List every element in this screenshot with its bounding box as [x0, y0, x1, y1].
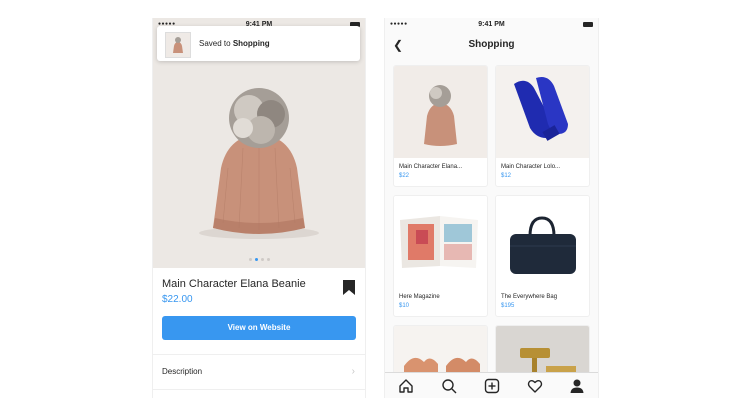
magazine-image [394, 196, 487, 288]
home-icon[interactable] [398, 378, 414, 394]
product-price: $22.00 [162, 294, 193, 305]
bookmark-icon[interactable] [343, 280, 355, 295]
toast-thumbnail [165, 32, 191, 58]
toast-prefix: Saved to [199, 39, 231, 48]
product-price: $22 [399, 173, 410, 179]
page-title: Shopping [468, 39, 515, 50]
beanie-thumb-icon [173, 37, 183, 53]
page-dot-active [254, 258, 258, 261]
battery-icon [583, 22, 593, 27]
product-name: Here Magazine [399, 294, 440, 300]
beanie-image [394, 66, 487, 158]
bag-image [496, 196, 589, 288]
description-row[interactable]: Description › [153, 354, 365, 390]
product-price: $12 [501, 173, 512, 179]
description-label: Description [162, 367, 203, 376]
search-icon[interactable] [441, 378, 457, 394]
product-card[interactable]: Main Character Lolo... $12 [495, 65, 590, 187]
page-dot [266, 258, 270, 261]
page-dot [248, 258, 252, 261]
new-post-icon[interactable] [484, 378, 500, 394]
saved-toast[interactable]: Saved to Shopping [157, 26, 360, 61]
shopping-collection-screen: ●●●●● 9:41 PM ❮ Shopping Main Character … [384, 18, 599, 398]
profile-icon[interactable] [569, 378, 585, 394]
status-bar: ●●●●● 9:41 PM [385, 18, 598, 32]
view-on-website-button[interactable]: View on Website [162, 316, 356, 340]
chevron-right-icon: › [351, 366, 355, 377]
product-card[interactable]: Here Magazine $10 [393, 195, 488, 317]
photo-pagination [153, 258, 365, 261]
product-name: Main Character Elana... [399, 164, 463, 170]
nav-bar: ❮ Shopping [385, 32, 598, 58]
product-price: $195 [501, 303, 515, 309]
product-detail-screen: ●●●●● 9:41 PM Saved to Shopping Main Cha… [152, 18, 366, 398]
product-card[interactable]: Main Character Elana... $22 [393, 65, 488, 187]
page-dot [260, 258, 264, 261]
product-card[interactable]: The Everywhere Bag $195 [495, 195, 590, 317]
product-name: Main Character Elana Beanie [162, 278, 306, 290]
mittens-image [496, 66, 589, 158]
status-time: 9:41 PM [478, 21, 505, 28]
heart-icon[interactable] [527, 378, 543, 394]
tab-bar [385, 372, 598, 398]
product-price: $10 [399, 303, 410, 309]
toast-collection[interactable]: Shopping [233, 39, 270, 48]
product-name: The Everywhere Bag [501, 294, 558, 300]
toast-message: Saved to Shopping [199, 39, 270, 48]
product-name: Main Character Lolo... [501, 164, 561, 170]
